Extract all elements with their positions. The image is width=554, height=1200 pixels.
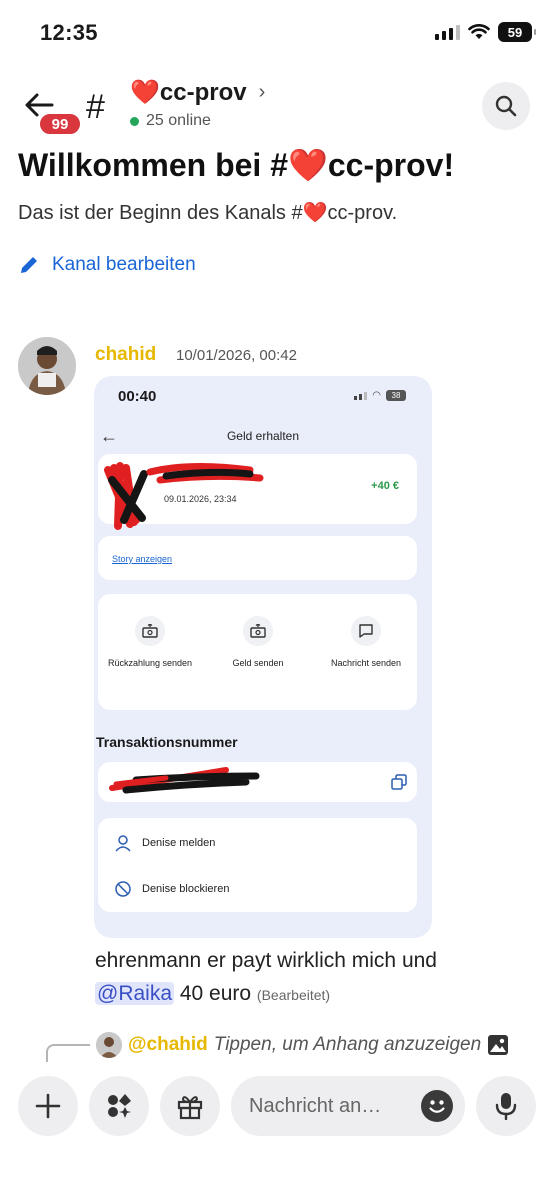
redaction-scribble: [109, 767, 260, 794]
channel-header: 99 # ❤️cc-prov › 25 online: [0, 70, 554, 144]
emoji-button[interactable]: [421, 1090, 453, 1122]
reply-author: @chahid: [128, 1034, 208, 1055]
plus-icon: [35, 1093, 61, 1119]
online-dot-icon: [130, 116, 139, 126]
image-icon: [488, 1035, 509, 1055]
status-icons: 59: [435, 22, 536, 42]
message-composer: Nachricht an…: [0, 1062, 554, 1200]
status-bar: 12:35 59: [0, 0, 554, 64]
transaction-date: 09.01.2026, 23:34: [164, 494, 237, 504]
unread-badge: 99: [38, 112, 82, 136]
image-attachment[interactable]: 00:40 ◠ 38 ← Geld erhalten 09.01.2026, 2…: [94, 376, 432, 938]
transaction-number-card: [98, 762, 417, 802]
chevron-right-icon: ›: [258, 81, 266, 103]
online-status: 25 online: [130, 112, 211, 130]
report-row: Denise melden: [114, 834, 215, 852]
money-send-icon: [243, 616, 273, 646]
block-label: Denise blockieren: [142, 883, 230, 895]
action-message: Nachricht senden: [316, 616, 416, 670]
apps-icon: [108, 1094, 131, 1118]
attachment-time: 00:40: [118, 388, 157, 405]
report-block-card: Denise melden Denise blockieren: [98, 818, 417, 912]
avatar-image: [18, 337, 76, 395]
message-text: ehrenmann er payt wirklich mich und @Rai…: [95, 944, 535, 1012]
battery-icon: 59: [498, 22, 536, 42]
chat-bubble-icon: [351, 616, 381, 646]
search-button[interactable]: [482, 82, 530, 130]
online-count: 25 online: [146, 112, 211, 129]
transaction-card: 09.01.2026, 23:34 +40 €: [98, 454, 417, 530]
action-refund: Rückzahlung senden: [100, 616, 200, 670]
story-card: Story anzeigen: [98, 536, 417, 580]
reply-preview[interactable]: @chahid Tippen, um Anhang anzuzeigen: [96, 1032, 509, 1058]
message-body: ehrenmann er payt wirklich mich und: [95, 949, 437, 972]
welcome-title: Willkommen bei #❤️cc-prov!: [18, 147, 455, 183]
apps-button[interactable]: [89, 1076, 149, 1136]
message-input-placeholder: Nachricht an…: [249, 1094, 382, 1117]
channel-name: ❤️cc-prov: [130, 79, 247, 106]
channel-title[interactable]: ❤️cc-prov ›: [130, 78, 265, 107]
message-author[interactable]: chahid: [95, 344, 156, 366]
edited-label: (Bearbeitet): [256, 987, 331, 1003]
transaction-amount: +40 €: [371, 480, 399, 492]
edit-channel-link[interactable]: Kanal bearbeiten: [18, 254, 196, 276]
message-input[interactable]: Nachricht an…: [231, 1076, 465, 1136]
attachment-title: Geld erhalten: [226, 429, 300, 443]
copy-icon: [391, 774, 407, 795]
hash-icon: #: [86, 88, 105, 126]
avatar[interactable]: [18, 337, 76, 395]
search-icon: [495, 95, 517, 117]
action-send-money: Geld senden: [208, 616, 308, 670]
actions-card: Rückzahlung senden Geld senden Nachricht…: [98, 594, 417, 710]
message-timestamp: 10/01/2026, 00:42: [176, 347, 297, 364]
microphone-icon: [495, 1093, 517, 1120]
action-refund-label: Rückzahlung senden: [107, 658, 193, 668]
signal-icon: [435, 24, 460, 40]
transaction-number-label: Transaktionsnummer: [96, 734, 238, 750]
message-body-end: 40 euro: [174, 982, 257, 1005]
status-time: 12:35: [40, 20, 98, 45]
welcome-subtitle: Das ist der Beginn des Kanals #❤️cc-prov…: [18, 202, 398, 224]
attachment-status-icons: ◠ 38: [354, 390, 406, 401]
edit-channel-label: Kanal bearbeiten: [52, 254, 196, 275]
reply-avatar: [96, 1032, 122, 1058]
gift-icon: [177, 1096, 203, 1120]
block-icon: [115, 881, 131, 897]
voice-button[interactable]: [476, 1076, 536, 1136]
action-send-money-label: Geld senden: [232, 658, 284, 668]
reply-hint: Tippen, um Anhang anzuzeigen: [213, 1034, 482, 1055]
story-link: Story anzeigen: [112, 554, 173, 564]
smiley-icon: [429, 1100, 445, 1113]
user-icon: [115, 835, 131, 852]
report-label: Denise melden: [142, 837, 216, 849]
user-mention[interactable]: @Raika: [95, 982, 175, 1005]
wifi-icon: [468, 24, 490, 39]
money-up-icon: [135, 616, 165, 646]
pencil-icon: [21, 257, 37, 273]
gift-button[interactable]: [160, 1076, 220, 1136]
attachment-battery-icon: 38: [386, 390, 406, 401]
add-button[interactable]: [18, 1076, 78, 1136]
action-message-label: Nachricht senden: [330, 658, 402, 668]
reply-connector: [46, 1044, 90, 1064]
block-row: Denise blockieren: [114, 880, 229, 898]
